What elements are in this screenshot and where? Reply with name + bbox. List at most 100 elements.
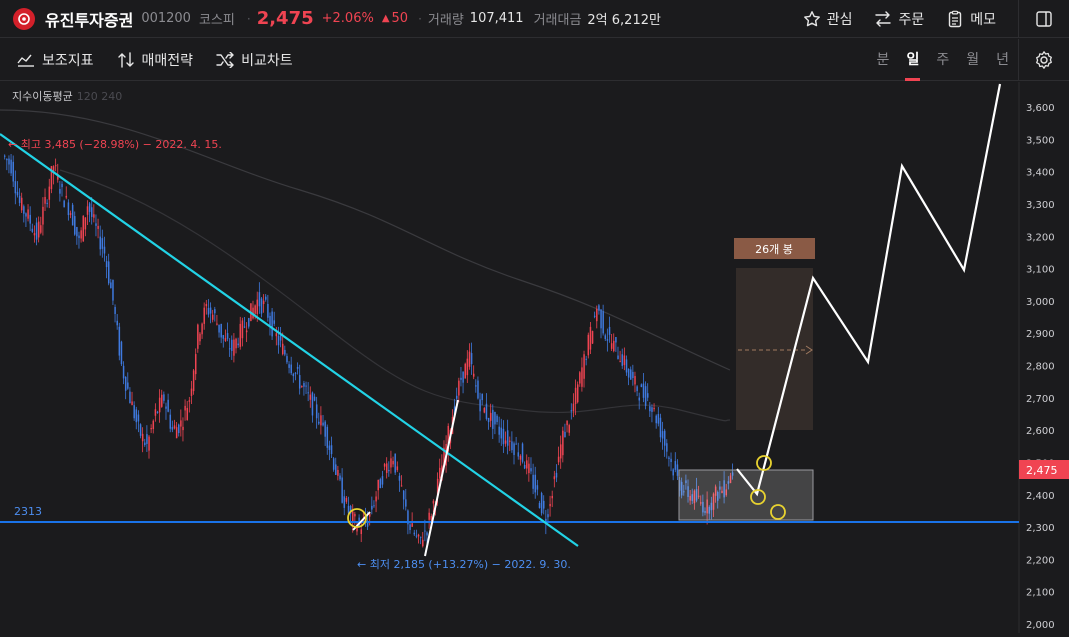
memo-button[interactable]: 메모 [946,9,996,29]
candle-body [568,425,570,433]
up-triangle-icon: ▲ [381,13,390,24]
strategy-button[interactable]: 매매전략 [117,50,194,70]
candle-body [419,536,422,538]
period-tab-week[interactable]: 주 [936,39,949,81]
y-tick-label: 3,400 [1026,168,1055,179]
candle-body [598,305,600,311]
compare-button[interactable]: 비교차트 [216,50,293,70]
memo-label: 메모 [970,12,996,28]
range-box[interactable] [678,469,814,521]
candle-body [379,479,382,489]
candle-body [16,191,19,196]
candle-body [655,415,657,424]
candle-body [326,426,329,448]
candle-body [273,320,276,324]
candle-body [84,217,87,230]
star-icon [803,11,820,27]
candle-body [211,314,214,320]
candle-body [120,341,123,365]
low-annotation: ← 최저 2,185 (+13.27%) − 2022. 9. 30. [357,558,571,571]
candle-body [307,392,309,394]
bars-count-box[interactable] [736,268,813,430]
candle-body [553,476,556,480]
candle-body [498,426,500,435]
candle-body [78,235,80,239]
candle-body [141,433,144,442]
candle-body [156,411,159,413]
candle-body [309,394,312,400]
candle-body [97,225,99,229]
candle-body [256,299,259,315]
downtrend-line[interactable] [0,133,579,547]
order-button[interactable]: 주문 [874,9,924,29]
candle-body [4,155,6,157]
candle-body [555,472,558,478]
candle-body [313,396,316,401]
strategy-label: 매매전략 [141,52,194,69]
candle-body [254,305,256,314]
candle-body [640,384,643,388]
candle-body [392,460,394,465]
clipboard-icon [949,10,962,28]
volume-label: 거래량 [427,13,464,28]
chart-canvas[interactable]: 3,600 3,500 3,400 3,300 3,200 3,100 3,000 2,900… [0,82,1069,633]
candle-body [589,326,592,350]
candle-body [585,358,587,360]
chart-settings-button[interactable] [1018,39,1069,81]
candle-body [67,202,70,216]
candle-body [394,453,396,473]
candle-body [93,214,95,218]
candle-body [275,333,278,337]
period-tab-year[interactable]: 년 [996,39,1009,81]
y-tick-label: 3,100 [1026,265,1055,276]
candle-body [657,414,660,424]
candle-body [71,204,74,226]
candle-body [105,261,108,268]
candle-body [651,407,653,412]
candle-body [500,427,503,439]
indicator-icon [17,54,34,67]
candle-body [269,315,271,326]
indicators-button[interactable]: 보조지표 [17,50,94,70]
candle-body [231,339,233,352]
ma-legend[interactable]: 지수이동평균 120 240 [12,88,122,104]
candle-body [61,183,63,188]
drawn-line[interactable] [424,399,459,557]
candle-body [536,485,539,490]
candle-body [549,503,551,507]
candle-body [103,246,106,254]
candle-body [118,326,121,356]
candle-body [184,405,186,411]
stock-name[interactable]: 유진투자증권 [45,7,133,31]
period-tab-day[interactable]: 일 [905,39,921,81]
candle-body [479,399,481,412]
candle-body [290,364,292,374]
candle-body [526,460,528,469]
panel-icon [1036,11,1052,27]
candle-body [496,415,498,422]
y-tick-label: 3,200 [1026,232,1055,243]
candle-body [112,279,114,301]
candle-body [101,238,104,249]
candle-body [201,323,203,335]
side-panel-toggle[interactable] [1018,0,1069,38]
stock-header: 유진투자증권 001200 코스피 · 2,475 +2.06% ▲ 50 · … [0,0,1069,38]
candle-body [543,500,545,509]
candle-body [470,353,473,365]
candle-body [318,421,320,424]
candle-body [59,188,61,194]
candle-body [339,475,341,480]
period-tab-minute[interactable]: 분 [877,39,890,81]
candle-body [345,497,348,502]
candle-body [265,296,267,300]
price-chart[interactable]: 3,600 3,500 3,400 3,300 3,200 3,100 3,000 2,900… [0,82,1069,633]
watch-button[interactable]: 관심 [803,9,852,29]
candle-body [562,430,564,456]
candle-body [581,367,583,387]
candle-body [466,358,469,376]
amount-label: 거래대금 [533,13,582,28]
change-percent: +2.06% [321,11,374,26]
candle-body [44,196,46,204]
candle-body [182,426,184,431]
period-tab-month[interactable]: 월 [966,39,979,81]
